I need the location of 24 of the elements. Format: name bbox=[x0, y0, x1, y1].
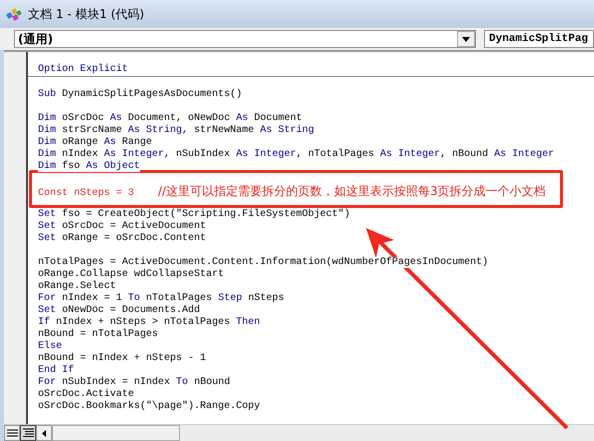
code-line: Set fso = CreateObject("Scripting.FileSystemObject") bbox=[38, 209, 352, 220]
caret-icon bbox=[462, 36, 470, 42]
code-line: Dim nIndex As Integer, nSubIndex As Integer, nTotalPages As Integer, nBound As Integer bbox=[38, 149, 556, 160]
code-line: Sub DynamicSplitPagesAsDocuments() bbox=[38, 89, 244, 101]
vba-module-icon bbox=[6, 6, 22, 22]
dropdown-button[interactable] bbox=[457, 31, 475, 47]
procedure-dropdown[interactable]: DynamicSplitPag bbox=[484, 30, 594, 48]
scroll-left-button[interactable] bbox=[36, 425, 52, 441]
code-line: Dim oRange As Range bbox=[38, 137, 154, 148]
procedure-view-button[interactable] bbox=[4, 425, 20, 441]
object-dropdown[interactable]: (通用) bbox=[14, 30, 476, 48]
lines-icon bbox=[22, 428, 34, 438]
code-line: For nIndex = 1 To nTotalPages Step nSteps bbox=[38, 293, 286, 304]
code-line: Dim strSrcName As String, strNewName As String bbox=[38, 125, 316, 136]
window-title: 文档 1 - 模块1 (代码) bbox=[28, 6, 144, 22]
code-line: Dim fso As Object bbox=[38, 161, 142, 173]
full-module-view-button[interactable] bbox=[20, 425, 36, 441]
code-line: If nIndex + nSteps > nTotalPages Then bbox=[38, 317, 262, 328]
left-arrow-icon bbox=[42, 430, 46, 436]
lines-icon bbox=[6, 428, 18, 438]
scrollbar-thumb[interactable] bbox=[52, 425, 180, 441]
code-line: Const nSteps = 3 //这里可以指定需要拆分的页数，如这里表示按照每3页拆分成一个小文档 bbox=[38, 185, 547, 197]
code-line: Dim oSrcDoc As Document, oNewDoc As Document bbox=[38, 113, 304, 124]
code-line: Set oRange = oSrcDoc.Content bbox=[38, 233, 208, 245]
